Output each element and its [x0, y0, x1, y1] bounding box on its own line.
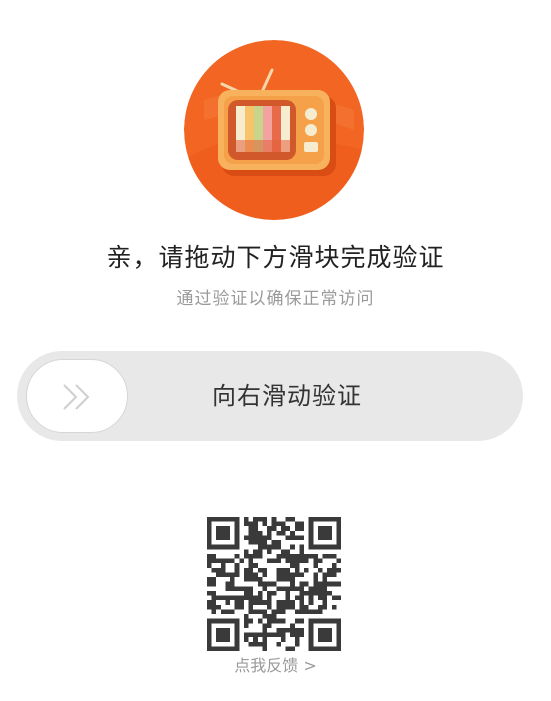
verification-slider[interactable]: 向右滑动验证: [17, 351, 523, 441]
slider-label: 向右滑动验证: [212, 382, 362, 410]
slider-handle[interactable]: [26, 359, 128, 433]
verification-page: 亲，请拖动下方滑块完成验证 通过验证以确保正常访问 向右滑动验证 点我反馈 >: [0, 0, 551, 701]
feedback-link[interactable]: 点我反馈 >: [0, 652, 551, 676]
qr-code-icon: [207, 517, 341, 651]
tv-icon: [184, 40, 364, 220]
page-subtitle: 通过验证以确保正常访问: [176, 289, 375, 309]
page-title: 亲，请拖动下方滑块完成验证: [106, 243, 445, 272]
double-chevron-right-icon: [63, 384, 90, 410]
